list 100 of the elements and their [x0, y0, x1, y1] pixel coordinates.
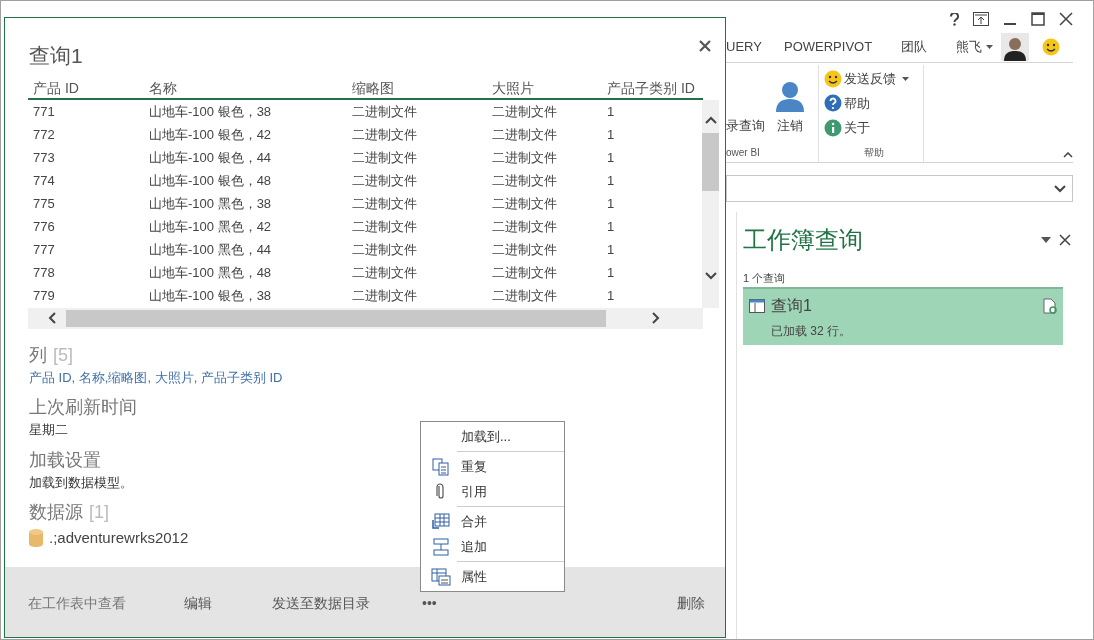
ribbon-button[interactable]: 发送反馈 [824, 69, 923, 89]
table-cell-text: 山地车-100 黑色，42 [148, 218, 273, 237]
section-label: 加载设置 [29, 448, 101, 472]
table-cell-text: 山地车-100 黑色，38 [148, 195, 273, 214]
table-cell-text: 774 [32, 172, 56, 191]
footer-action[interactable]: ••• [422, 592, 462, 614]
table-cell-text: 二进制文件 [491, 172, 558, 191]
query-count: 1 个查询 [743, 271, 787, 286]
ribbon-tab[interactable]: POWERPIVOT [784, 36, 901, 57]
column-header: 产品 ID [32, 78, 80, 98]
smiley-icon [1042, 37, 1060, 56]
table-cell-text: 二进制文件 [351, 149, 418, 168]
table-cell-text: 二进制文件 [491, 195, 558, 214]
table-cell-text: 1 [606, 241, 616, 260]
query-card[interactable]: 查询1 已加载 32 行。 [743, 286, 1063, 345]
table-merge-icon [431, 511, 451, 532]
ribbon-button[interactable]: 帮助 [824, 93, 923, 113]
section-label: 上次刷新时间 [29, 396, 137, 419]
vertical-scrollbar[interactable] [702, 99, 719, 308]
table-cell-text: 山地车-100 银色，38 [148, 103, 273, 122]
maximize-icon[interactable] [1031, 12, 1045, 26]
table-cell-text: 1 [606, 287, 616, 306]
column-header: 产品子类别 ID [606, 78, 696, 98]
close-icon[interactable] [699, 40, 711, 52]
footer-action[interactable]: 删除 [677, 592, 705, 614]
table-append-icon [433, 537, 449, 556]
close-icon[interactable] [1059, 234, 1071, 246]
table-cell-text: 二进制文件 [351, 287, 418, 306]
table-cell-text: 1 [606, 126, 616, 145]
table-cell-text: 二进制文件 [491, 287, 558, 306]
table-cell-text: 二进制文件 [351, 126, 418, 145]
ribbon-button[interactable]: 录查询 [726, 115, 765, 135]
table-cell-text: 二进制文件 [351, 172, 418, 191]
table-cell-text: 山地车-100 银色，38 [148, 287, 273, 306]
footer-action[interactable]: 发送至数据目录 [272, 592, 422, 614]
table-cell-text: 二进制文件 [351, 241, 418, 260]
table-cell-text: 772 [32, 126, 56, 145]
question-mark-icon[interactable] [950, 12, 959, 26]
menu-item[interactable]: 引用 [421, 479, 564, 504]
table-cell-text: 二进制文件 [351, 195, 418, 214]
table-cell-text: 山地车-100 银色，44 [148, 149, 273, 168]
popup-title: 查询1 [29, 43, 83, 69]
menu-item-label: 属性 [461, 567, 487, 586]
columns-link[interactable]: 产品 ID, 名称,缩略图, 大照片, 产品子类别 ID [29, 367, 725, 387]
close-icon[interactable] [1059, 12, 1073, 26]
table-cell-text: 771 [32, 103, 56, 122]
menu-item[interactable]: 加载到... [421, 424, 564, 449]
menu-item-label: 追加 [461, 537, 487, 556]
dropdown-caret-icon[interactable] [986, 44, 993, 49]
table-cell-text: 二进制文件 [491, 218, 558, 237]
table-cell-text: 1 [606, 172, 616, 191]
dropdown-caret-icon[interactable] [1041, 237, 1051, 243]
copy-icon [432, 457, 450, 476]
table-cell-text: 1 [606, 264, 616, 283]
table-cell-text: 776 [32, 218, 56, 237]
dropdown-caret-icon [902, 76, 909, 81]
table-cell-text: 二进制文件 [491, 149, 558, 168]
scroll-left-icon[interactable] [48, 312, 56, 324]
table-cell-text: 二进制文件 [351, 218, 418, 237]
database-icon [29, 529, 43, 548]
menu-item[interactable]: 追加 [421, 534, 564, 559]
table-cell-text: 779 [32, 287, 56, 306]
table-cell-text: 二进制文件 [351, 103, 418, 122]
menu-item[interactable]: 合并 [421, 509, 564, 534]
menu-item[interactable]: 属性 [421, 564, 564, 589]
menu-item-label: 合并 [461, 512, 487, 531]
menu-item-label: 重复 [461, 457, 487, 476]
avatar-icon[interactable] [1001, 32, 1029, 61]
scroll-right-icon[interactable] [652, 312, 660, 324]
ribbon-button[interactable]: 注销 [775, 80, 805, 135]
query-name: 查询1 [771, 295, 812, 316]
section-count: [5] [53, 343, 73, 367]
refresh-document-icon[interactable] [1043, 297, 1057, 314]
table-cell-text: 山地车-100 银色，48 [148, 172, 273, 191]
ribbon-display-icon[interactable] [973, 12, 989, 26]
table-cell-text: 775 [32, 195, 56, 214]
data-source-name: .;adventurewrks2012 [49, 528, 189, 548]
horizontal-scrollbar[interactable] [28, 307, 703, 329]
ribbon-button[interactable]: 关于 [824, 118, 923, 138]
table-cell-text: 1 [606, 149, 616, 168]
table-cell-text: 二进制文件 [491, 264, 558, 283]
section-value: 加载到数据模型。 [29, 473, 133, 492]
table-properties-icon [431, 567, 451, 586]
ribbon-tab[interactable]: 团队 [901, 36, 956, 57]
ribbon-tab[interactable]: UERY [726, 36, 784, 57]
user-name[interactable]: 熊飞 [956, 36, 982, 57]
table-cell-text: 山地车-100 黑色，44 [148, 241, 273, 260]
footer-action[interactable]: 编辑 [184, 592, 272, 614]
scroll-up-icon[interactable] [704, 115, 717, 124]
table-cell-text: 山地车-100 黑色，48 [148, 264, 273, 283]
menu-item[interactable]: 重复 [421, 454, 564, 479]
table-cell-text: 二进制文件 [351, 264, 418, 283]
expand-icon[interactable] [1054, 184, 1066, 193]
collapse-ribbon-icon[interactable] [1063, 152, 1073, 158]
table-cell-text: 山地车-100 银色，42 [148, 126, 273, 145]
table-cell-text: 1 [606, 218, 616, 237]
footer-action[interactable]: 在工作表中查看 [28, 592, 184, 614]
section-label: 数据源 [29, 501, 83, 524]
scroll-down-icon[interactable] [704, 271, 717, 280]
table-cell-text: 777 [32, 241, 56, 260]
